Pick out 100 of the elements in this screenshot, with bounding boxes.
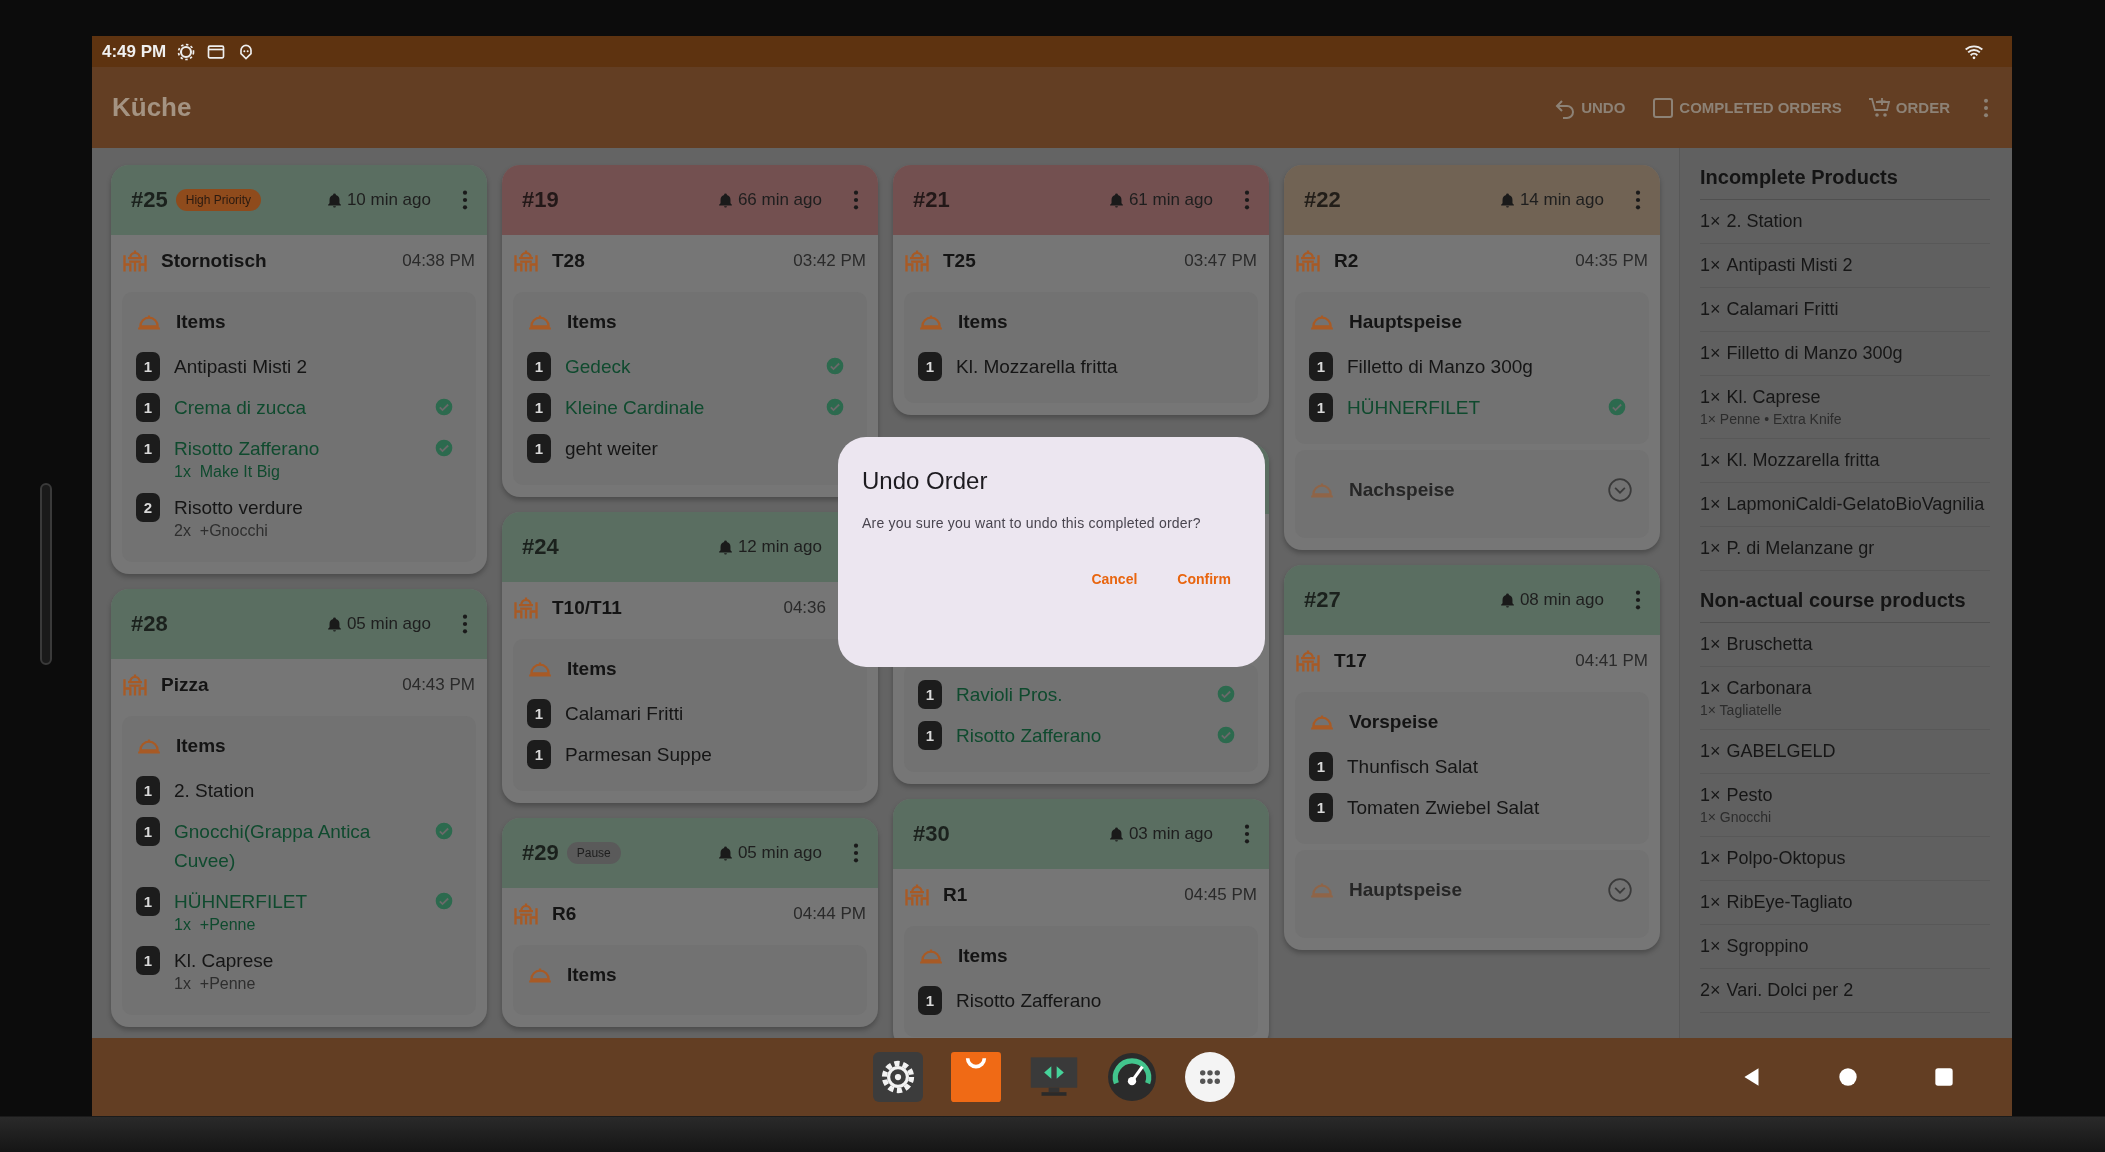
more-menu-icon[interactable] [852,189,860,211]
dialog-button[interactable]: Cancel [1081,563,1148,595]
quantity-badge: 1 [136,817,160,846]
table-name: T25 [943,249,976,272]
item-name[interactable]: Risotto Zafferano [174,434,420,463]
quantity-badge: 1 [136,352,160,381]
product-quantity: 1× [1700,450,1721,471]
item-name[interactable]: Kl. Caprese [174,946,460,975]
more-menu-icon[interactable] [1634,589,1642,611]
item-name[interactable]: Calamari Fritti [565,699,851,728]
table-name: R6 [552,902,577,925]
toolbar-action[interactable]: ORDER [1863,89,1954,126]
product-quantity: 1× [1700,299,1721,320]
order-age: 66 min ago [737,190,822,210]
item-name[interactable]: Thunfisch Salat [1347,752,1633,781]
item-name[interactable]: 2. Station [174,776,460,805]
more-menu-icon[interactable] [1243,189,1251,211]
item-name[interactable]: Antipasti Misti 2 [174,352,460,381]
app-drawer-icon[interactable] [1185,1052,1235,1102]
more-menu-icon[interactable] [1982,96,1990,119]
quantity-badge: 1 [918,721,942,750]
course-title: Items [567,311,617,333]
table-name: T28 [552,249,585,272]
check-icon [434,438,454,458]
shopping-bag-app-icon[interactable] [951,1052,1001,1102]
bell-icon [1107,191,1125,209]
expand-icon[interactable] [1607,877,1633,903]
quantity-badge: 1 [527,740,551,769]
check-icon [434,821,454,841]
order-number: #24 [522,534,559,560]
order-time: 03:42 PM [793,250,866,271]
item-name[interactable]: Filletto di Manzo 300g [1347,352,1633,381]
product-quantity: 1× [1700,741,1721,762]
item-name[interactable]: Gnocchi(Grappa Antica Cuvee) [174,817,420,875]
item-name[interactable]: HÜHNERFILET [174,887,420,916]
more-menu-icon[interactable] [1634,189,1642,211]
quantity-badge: 1 [918,680,942,709]
product-quantity: 2× [1700,980,1721,1001]
product-name: LapmoniCaldi-GelatoBioVagnilia [1726,494,1985,515]
quantity-badge: 1 [527,434,551,463]
expand-icon[interactable] [1607,477,1633,503]
more-menu-icon[interactable] [461,189,469,211]
item-name[interactable]: Risotto Zafferano [956,721,1202,750]
quantity-badge: 1 [918,352,942,381]
quantity-badge: 1 [136,434,160,463]
order-time: 04:45 PM [1184,884,1257,905]
check-icon [434,397,454,417]
order-age: 08 min ago [1519,590,1604,610]
dialog-button[interactable]: Confirm [1167,563,1241,595]
item-name[interactable]: Crema di zucca [174,393,420,422]
order-number: #22 [1304,187,1341,213]
item-name[interactable]: Kleine Cardinale [565,393,811,422]
product-name: Polpo-Oktopus [1726,848,1846,869]
order-age: 12 min ago [737,537,822,557]
bell-icon [325,615,343,633]
item-modifier: 1x Make It Big [174,463,281,481]
product-quantity: 1× [1700,387,1721,408]
product-name: Sgroppino [1726,936,1809,957]
item-name[interactable]: Kl. Mozzarella fritta [956,352,1242,381]
order-time: 04:38 PM [402,250,475,271]
product-name: Kl. Caprese [1726,387,1821,408]
item-modifier: 2x +Gnocchi [174,522,269,540]
quantity-badge: 1 [1309,393,1333,422]
toolbar-action[interactable]: COMPLETED ORDERS [1647,89,1846,126]
quantity-badge: 1 [136,393,160,422]
toolbar-action[interactable]: UNDO [1549,89,1630,126]
bell-icon [1498,591,1516,609]
product-name: Filletto di Manzo 300g [1726,343,1903,364]
settings-app-icon[interactable] [873,1052,923,1102]
product-quantity: 1× [1700,343,1721,364]
product-name: Bruschetta [1726,634,1813,655]
product-quantity: 1× [1700,211,1721,232]
quantity-badge: 1 [527,352,551,381]
bell-icon [1498,191,1516,209]
product-quantity: 1× [1700,785,1721,806]
quantity-badge: 1 [527,699,551,728]
product-name: Kl. Mozzarella fritta [1726,450,1880,471]
quantity-badge: 1 [1309,752,1333,781]
more-menu-icon[interactable] [461,613,469,635]
table-name: R2 [1334,249,1359,272]
item-name[interactable]: Gedeck [565,352,811,381]
product-quantity: 1× [1700,255,1721,276]
product-name: GABELGELD [1726,741,1836,762]
more-menu-icon[interactable] [1243,823,1251,845]
order-number: #30 [913,821,950,847]
cart-icon [1867,95,1892,120]
product-name: P. di Melanzane gr [1726,538,1875,559]
product-name: Carbonara [1726,678,1812,699]
item-name[interactable]: Parmesan Suppe [565,740,851,769]
order-age: 05 min ago [737,843,822,863]
item-name[interactable]: Ravioli Pros. [956,680,1202,709]
item-name[interactable]: Risotto verdure [174,493,460,522]
item-name[interactable]: HÜHNERFILET [1347,393,1593,422]
table-name: T17 [1334,649,1367,672]
product-name: Antipasti Misti 2 [1726,255,1853,276]
item-name[interactable]: Tomaten Zwiebel Salat [1347,793,1633,822]
item-name[interactable]: Risotto Zafferano [956,986,1242,1015]
order-time: 04:43 PM [402,674,475,695]
more-menu-icon[interactable] [852,842,860,864]
speedometer-app-icon[interactable] [1107,1052,1157,1102]
